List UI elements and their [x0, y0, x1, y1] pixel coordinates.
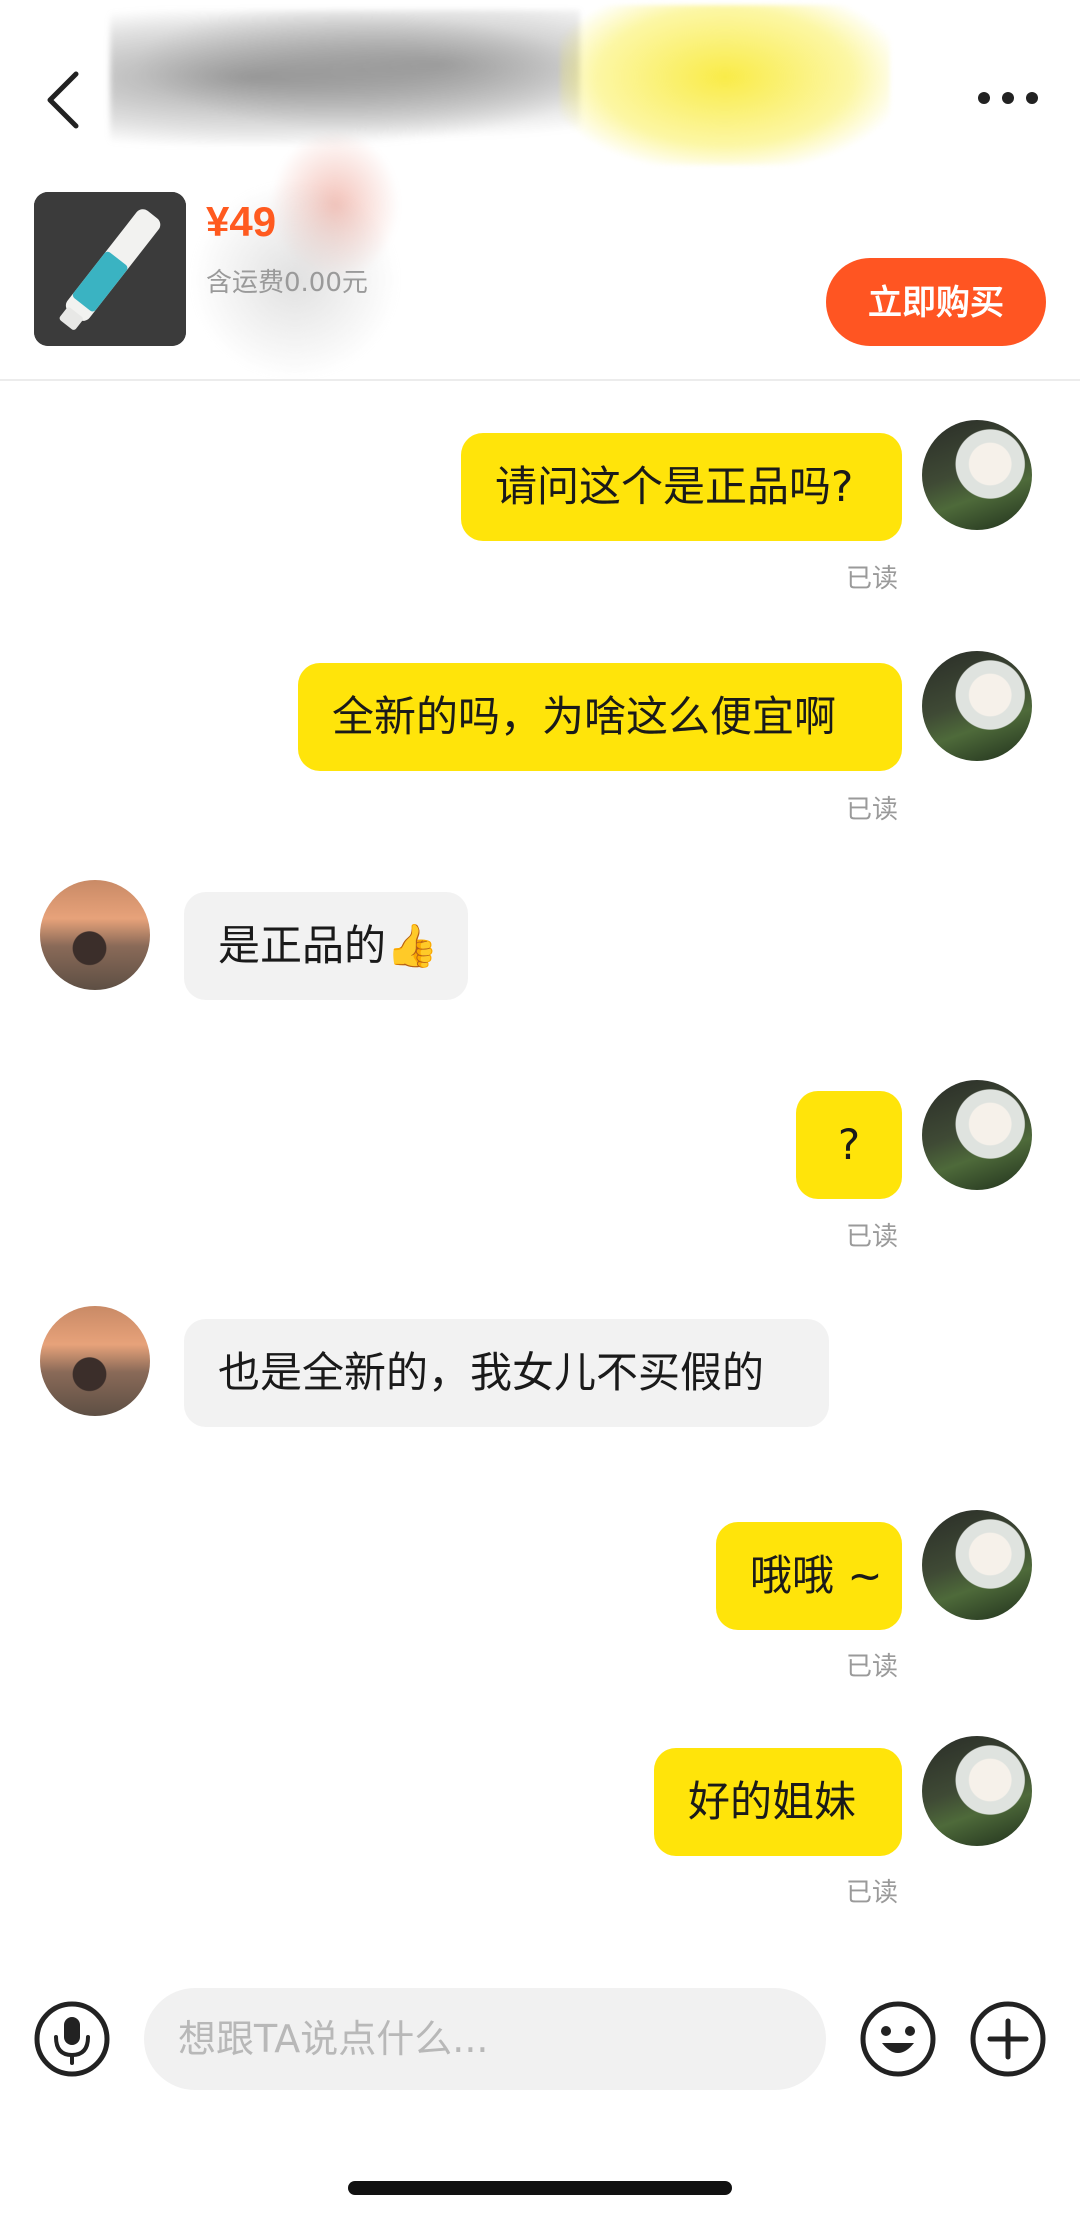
my-message-bubble[interactable]: 请问这个是正品吗? [461, 433, 902, 541]
my-avatar[interactable] [922, 651, 1032, 761]
emoji-icon[interactable] [858, 1999, 938, 2079]
seller-message-bubble[interactable]: 是正品的👍 [184, 892, 468, 1000]
my-avatar[interactable] [922, 1736, 1032, 1846]
seller-name [120, 20, 880, 140]
read-status: 已读 [846, 564, 899, 594]
chat-header: ¥49 含运费0.00元 立即购买 [0, 0, 1080, 380]
read-status: 已读 [846, 1878, 899, 1908]
my-avatar[interactable] [922, 1080, 1032, 1190]
microphone-icon[interactable] [32, 1999, 112, 2079]
plus-icon[interactable] [968, 1999, 1048, 2079]
my-avatar[interactable] [922, 420, 1032, 530]
read-status: 已读 [846, 795, 899, 825]
my-avatar[interactable] [922, 1510, 1032, 1620]
my-message-bubble[interactable]: 全新的吗，为啥这么便宜啊 [298, 663, 902, 771]
seller-message-bubble[interactable]: 也是全新的，我女儿不买假的 [184, 1319, 829, 1427]
product-thumbnail[interactable] [34, 192, 186, 346]
read-status: 已读 [846, 1652, 899, 1682]
more-horizontal-icon[interactable] [972, 78, 1044, 118]
seller-avatar[interactable] [40, 1306, 150, 1416]
message-input[interactable] [144, 1988, 826, 2090]
seller-avatar[interactable] [40, 880, 150, 990]
header-divider [0, 379, 1080, 381]
shipping-fee: 含运费0.00元 [206, 268, 368, 298]
read-status: 已读 [846, 1222, 899, 1252]
my-message-bubble[interactable]: 好的姐妹 [654, 1748, 902, 1856]
buy-now-button[interactable]: 立即购买 [826, 258, 1046, 346]
my-message-bubble[interactable]: 哦哦 ~ [716, 1522, 902, 1630]
home-indicator [348, 2181, 732, 2195]
back-arrow-icon[interactable] [38, 64, 94, 136]
product-price: ¥49 [206, 198, 277, 245]
my-message-bubble[interactable]: ? [796, 1091, 902, 1199]
